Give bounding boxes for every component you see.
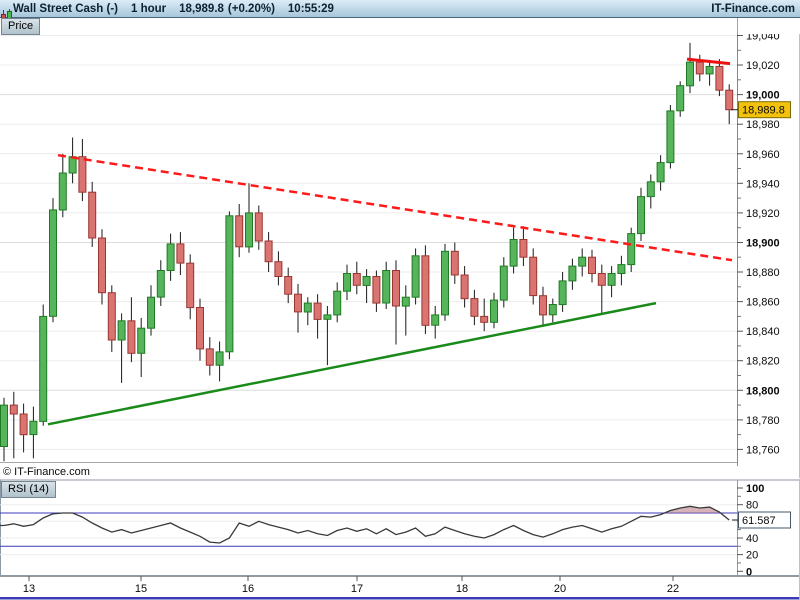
svg-text:18,980: 18,980: [746, 119, 780, 131]
candle: [421, 245, 430, 335]
svg-text:18,920: 18,920: [746, 208, 780, 220]
svg-text:19,000: 19,000: [746, 90, 780, 102]
svg-text:18,989.8: 18,989.8: [742, 105, 785, 117]
svg-text:19,020: 19,020: [746, 60, 780, 72]
svg-text:22: 22: [667, 583, 679, 595]
change-percent: (+0.20%): [227, 2, 275, 15]
price-chart-canvas[interactable]: 18,760 18,780 18,800 18,820 18,840 18,860 18,8…: [0, 34, 800, 478]
rsi-value-box: 61.587: [732, 511, 791, 529]
svg-text:20: 20: [554, 583, 566, 595]
rsi-chart-canvas[interactable]: 02040608010061.58713151617182022: [0, 479, 800, 600]
clock: 10:55:29: [287, 2, 334, 15]
svg-text:18,780: 18,780: [746, 415, 780, 427]
candle: [529, 248, 538, 305]
last-price-badge: 18,989.8: [731, 101, 791, 119]
trading-app-window: Wall Street Cash (-) 1 hour 18,989.8 (+0…: [0, 0, 800, 600]
instrument-name: Wall Street Cash (-): [13, 2, 119, 15]
last-price-text: 18,989.8: [179, 2, 224, 15]
price-tab[interactable]: Price: [1, 18, 41, 35]
svg-text:18,840: 18,840: [746, 326, 780, 338]
svg-text:15: 15: [135, 583, 147, 595]
svg-text:18,900: 18,900: [746, 238, 780, 250]
candle: [666, 105, 675, 169]
window-bottom-edge: [0, 597, 800, 600]
svg-text:18,940: 18,940: [746, 178, 780, 190]
svg-text:18,820: 18,820: [746, 356, 780, 368]
candle: [225, 211, 234, 360]
time-axis[interactable]: 13 15 16 17 18 20 22: [0, 576, 800, 597]
candle: [49, 198, 57, 323]
axis-separator: [737, 18, 738, 34]
candle: [411, 248, 420, 305]
svg-text:13: 13: [23, 583, 35, 595]
svg-text:20: 20: [746, 550, 758, 562]
svg-text:16: 16: [242, 583, 254, 595]
svg-text:18,760: 18,760: [746, 444, 780, 456]
svg-text:19,040: 19,040: [746, 34, 780, 43]
svg-text:17: 17: [351, 583, 363, 595]
window-titlebar: Wall Street Cash (-) 1 hour 18,989.8 (+0…: [0, 0, 800, 23]
candle: [441, 243, 449, 321]
svg-text:18: 18: [456, 583, 468, 595]
svg-text:18,800: 18,800: [746, 385, 780, 397]
svg-text:80: 80: [746, 500, 758, 512]
candle: [39, 304, 48, 426]
svg-text:18,960: 18,960: [746, 149, 780, 161]
svg-text:40: 40: [746, 533, 758, 545]
brand-logo: IT-Finance.com: [711, 2, 795, 15]
svg-text:61.587: 61.587: [742, 515, 776, 527]
svg-text:18,860: 18,860: [746, 297, 780, 309]
watermark: © IT-Finance.com: [3, 466, 90, 478]
svg-text:100: 100: [746, 483, 764, 495]
timeframe-label: 1 hour: [131, 2, 167, 15]
svg-text:18,880: 18,880: [746, 267, 780, 279]
rsi-tab[interactable]: RSI (14): [1, 481, 56, 498]
